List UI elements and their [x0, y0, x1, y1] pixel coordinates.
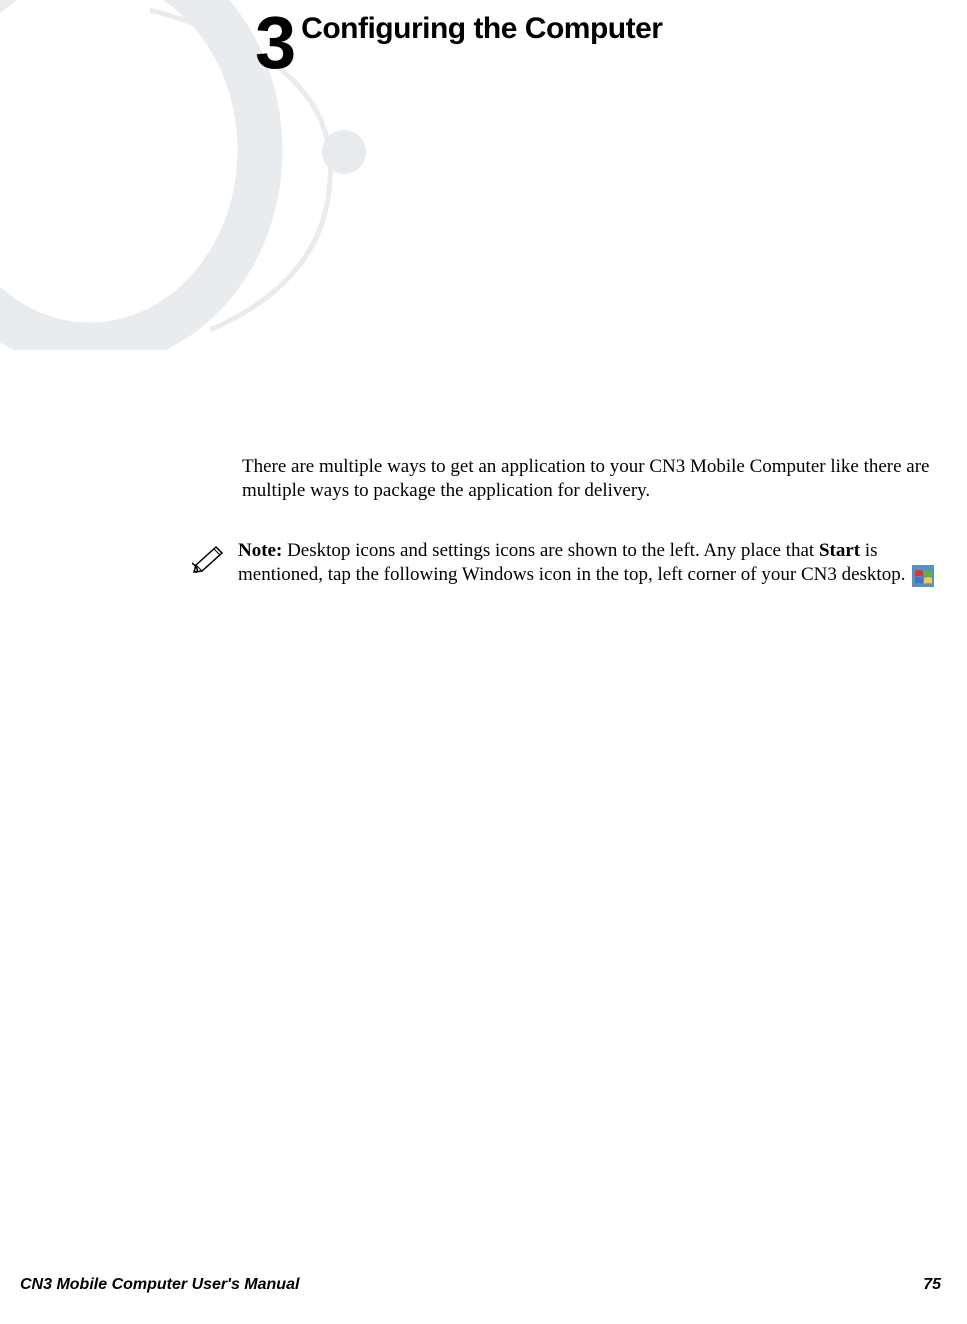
footer-manual-title: CN3 Mobile Computer User's Manual [20, 1276, 299, 1294]
note-label: Note: [238, 540, 282, 561]
note-text: Note: Desktop icons and settings icons a… [238, 539, 952, 588]
note-bold-start: Start [819, 540, 860, 561]
note-block: Note: Desktop icons and settings icons a… [192, 539, 952, 588]
chapter-number: 3 [255, 10, 293, 77]
footer-page-number: 75 [923, 1276, 941, 1294]
page-footer: CN3 Mobile Computer User's Manual 75 [20, 1276, 941, 1294]
windows-start-icon [912, 565, 934, 587]
intro-paragraph: There are multiple ways to get an applic… [242, 455, 942, 504]
chapter-header: 3 Configuring the Computer [255, 10, 662, 77]
chapter-title: Configuring the Computer [301, 12, 662, 46]
note-pencil-icon [192, 543, 230, 578]
note-text-1: Desktop icons and settings icons are sho… [282, 540, 819, 561]
